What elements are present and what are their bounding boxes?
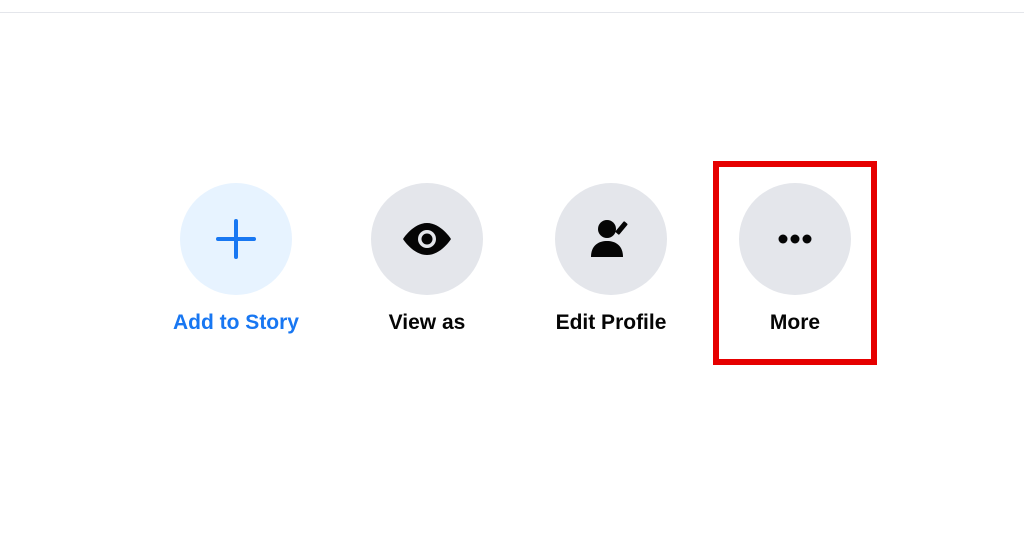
user-edit-icon	[555, 183, 667, 295]
eye-icon	[371, 183, 483, 295]
more-button[interactable]: More	[739, 183, 851, 335]
view-as-label: View as	[389, 311, 466, 335]
profile-action-row: Add to Story View as Edit Profile	[173, 183, 851, 335]
more-label: More	[770, 311, 820, 335]
plus-icon	[180, 183, 292, 295]
add-to-story-label: Add to Story	[173, 311, 299, 335]
edit-profile-label: Edit Profile	[556, 311, 667, 335]
view-as-button[interactable]: View as	[371, 183, 483, 335]
add-to-story-button[interactable]: Add to Story	[173, 183, 299, 335]
dots-icon	[739, 183, 851, 295]
top-divider	[0, 12, 1024, 13]
edit-profile-button[interactable]: Edit Profile	[555, 183, 667, 335]
